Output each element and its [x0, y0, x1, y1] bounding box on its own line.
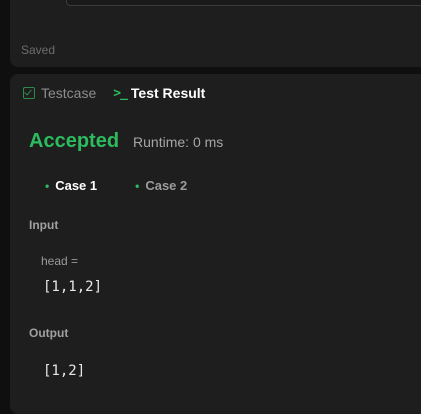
input-value: [1,1,2] — [43, 279, 103, 295]
checkbox-icon — [23, 87, 35, 99]
saved-status: Saved — [21, 43, 56, 57]
case-tab-2[interactable]: • Case 2 — [135, 178, 187, 193]
accepted-label: Accepted — [29, 130, 120, 152]
test-result-panel: Testcase >_ Test Result Accepted Runtime… — [10, 74, 421, 414]
input-heading: Input — [29, 218, 59, 232]
input-variable-name: head = — [41, 254, 79, 268]
case-tab-1[interactable]: • Case 1 — [45, 178, 97, 193]
tab-test-result-label: Test Result — [130, 85, 206, 101]
panel-tabs: Testcase >_ Test Result — [23, 85, 205, 101]
pass-dot-icon: • — [135, 178, 140, 193]
runtime-label: Runtime: 0 ms — [133, 134, 224, 150]
tab-test-result[interactable]: >_ Test Result — [113, 85, 205, 101]
output-value: [1,2] — [43, 363, 86, 379]
case-tab-1-label: Case 1 — [55, 178, 98, 193]
result-status: Accepted Runtime: 0 ms — [29, 130, 223, 153]
output-heading: Output — [29, 326, 69, 340]
code-editor-panel: Saved — [10, 0, 421, 67]
tab-testcase-label: Testcase — [41, 85, 97, 101]
pass-dot-icon: • — [45, 178, 50, 193]
tab-testcase[interactable]: Testcase — [23, 85, 96, 101]
case-tab-2-label: Case 2 — [145, 178, 188, 193]
terminal-icon: >_ — [113, 85, 128, 101]
code-editor-area[interactable] — [66, 0, 421, 6]
case-tabs: • Case 1 • Case 2 — [45, 178, 187, 193]
